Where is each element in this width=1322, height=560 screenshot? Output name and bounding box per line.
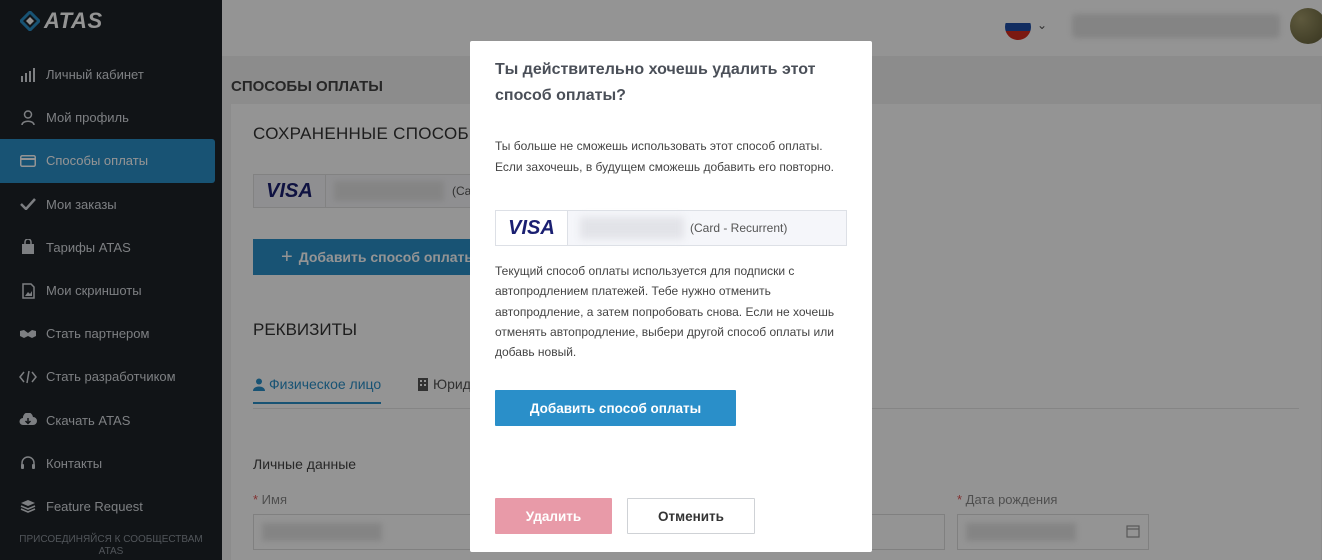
modal-card-row: VISA (Card - Recurrent) [495, 210, 847, 246]
modal-description: Ты больше не сможешь использовать этот с… [495, 139, 834, 174]
modal-subscription-note: Текущий способ оплаты используется для п… [495, 264, 835, 360]
card-number-redacted [580, 217, 684, 239]
modal-add-payment-button[interactable]: Добавить способ оплаты [495, 390, 736, 426]
cancel-button[interactable]: Отменить [627, 498, 755, 534]
modal-title: Ты действительно хочешь удалить этот спо… [495, 61, 816, 104]
visa-logo-icon: VISA [496, 211, 568, 245]
delete-button[interactable]: Удалить [495, 498, 612, 534]
card-type: (Card - Recurrent) [690, 221, 788, 235]
delete-confirm-modal: Ты действительно хочешь удалить этот спо… [470, 41, 872, 552]
